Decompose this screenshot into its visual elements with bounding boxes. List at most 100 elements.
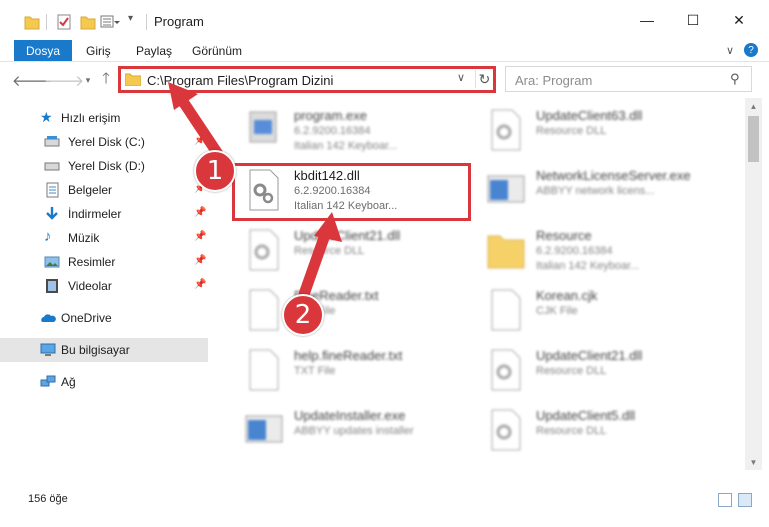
file-meta: TXT File [294,365,336,377]
customize-qat-icon[interactable]: ▾ [128,13,133,24]
file-name: NetworkLicenseServer.exe [536,168,691,183]
view-options-icon[interactable] [100,13,120,31]
scroll-down-icon[interactable]: ▼ [745,454,762,470]
expand-ribbon-icon[interactable]: ∨ [726,44,734,57]
maximize-button[interactable]: ☐ [670,0,716,40]
videos-icon [46,279,58,293]
tab-share[interactable]: Paylaş [136,44,172,58]
search-box[interactable]: Ara: Program ⚲ [505,66,752,92]
file-item[interactable]: Resource 6.2.9200.16384 Italian 142 Keyb… [478,224,718,280]
refresh-icon[interactable]: ↻ [475,70,493,88]
nav-this-pc[interactable]: Bu bilgisayar [0,338,208,362]
recent-locations-icon[interactable]: ▾ [78,70,98,90]
nav-item-drive-d[interactable]: Yerel Disk (D:) 📌 [0,154,208,178]
documents-icon [46,182,59,198]
nav-item-pictures[interactable]: Resimler 📌 [0,250,208,274]
file-name: UpdateClient63.dll [536,108,643,123]
navigation-pane: ★ Hızlı erişim Yerel Disk (C:) 📌 Yerel D… [0,100,210,470]
pin-icon[interactable]: 📌 [194,135,206,146]
qat-divider [46,14,47,30]
file-meta: 6.2.9200.16384 [294,125,371,137]
tab-home[interactable]: Giriş [86,44,111,58]
pin-icon[interactable]: 📌 [194,207,206,218]
file-meta: Italian 142 Keyboar... [294,140,398,152]
new-folder-icon[interactable] [80,13,96,31]
nav-label: Videolar [68,279,112,293]
file-name: program.exe [294,108,367,123]
file-name: UpdateClient21.dll [536,348,643,363]
up-arrow-icon[interactable]: 🡑 [96,70,116,90]
file-name: Resource [536,228,592,243]
nav-onedrive[interactable]: OneDrive [0,306,208,330]
file-name: Korean.cjk [536,288,598,303]
chevron-down-icon[interactable]: ∨ [457,71,465,84]
file-meta: Resource DLL [536,365,607,377]
dll-icon [491,409,521,451]
file-meta: CJK File [536,305,578,317]
nav-label: Ağ [61,375,76,389]
file-item[interactable]: help.fineReader.txt TXT File [236,344,476,400]
title-bar: ▾ Program — ☐ ✕ [0,0,769,40]
nav-item-drive-c[interactable]: Yerel Disk (C:) 📌 [0,130,208,154]
file-item[interactable]: NetworkLicenseServer.exe ABBYY network l… [478,164,718,220]
vertical-scrollbar[interactable]: ▲ ▼ [745,98,762,470]
address-bar[interactable]: C:\Program Files\Program Dizini ∨ ↻ [118,66,496,92]
file-icon [491,289,521,331]
file-name: UpdateClient5.dll [536,408,636,423]
back-arrow-icon[interactable]: 🡐 [12,70,52,90]
large-icons-view-icon[interactable] [738,493,752,507]
title-divider [146,14,147,30]
txt-icon [249,349,279,391]
exe-window-icon [245,415,283,443]
dll-icon [249,229,279,271]
file-item[interactable]: FineReader.txt TXT File [236,284,476,340]
file-item[interactable]: UpdateClient21.dll Resource DLL [236,224,476,280]
search-icon[interactable]: ⚲ [730,71,740,87]
star-icon: ★ [40,109,53,125]
close-button[interactable]: ✕ [716,0,762,40]
file-highlight-box [232,163,471,221]
search-input[interactable]: Ara: Program [515,73,592,88]
folder-icon [24,16,40,30]
nav-item-documents[interactable]: Belgeler 📌 [0,178,208,202]
music-icon: ♪ [44,228,52,245]
folder-icon [125,73,141,86]
properties-icon[interactable] [56,13,72,31]
file-item[interactable]: UpdateClient21.dll Resource DLL [478,344,718,400]
window-title: Program [154,14,204,29]
file-meta: ABBYY updates installer [294,425,414,437]
address-path[interactable]: C:\Program Files\Program Dizini [147,73,333,88]
pin-icon[interactable]: 📌 [194,279,206,290]
file-item[interactable]: UpdateClient63.dll Resource DLL [478,104,718,160]
download-icon [46,207,58,220]
nav-item-videos[interactable]: Videolar 📌 [0,274,208,298]
scroll-up-icon[interactable]: ▲ [745,98,762,114]
pin-icon[interactable]: 📌 [194,231,206,242]
file-item[interactable]: UpdateInstaller.exe ABBYY updates instal… [236,404,476,460]
forward-arrow-icon[interactable]: 🡒 [44,70,84,90]
file-item[interactable]: Korean.cjk CJK File [478,284,718,340]
pin-icon[interactable]: 📌 [194,255,206,266]
nav-label: İndirmeler [68,207,122,221]
scrollbar-thumb[interactable] [748,116,759,162]
nav-item-music[interactable]: ♪ Müzik 📌 [0,226,208,250]
file-item[interactable]: program.exe 6.2.9200.16384 Italian 142 K… [236,104,476,160]
nav-label: Yerel Disk (D:) [68,159,145,173]
network-icon [40,375,56,387]
file-item[interactable]: UpdateClient5.dll Resource DLL [478,404,718,460]
nav-network[interactable]: Ağ [0,370,208,394]
minimize-button[interactable]: — [624,0,670,40]
tab-file[interactable]: Dosya [14,40,72,61]
exe-window-icon [487,175,525,203]
nav-label: OneDrive [61,311,112,325]
nav-quick-access[interactable]: ★ Hızlı erişim [0,106,208,130]
file-meta: Resource DLL [294,245,365,257]
help-icon[interactable]: ? [744,43,758,57]
file-name: UpdateClient21.dll [294,228,401,243]
tab-view[interactable]: Görünüm [192,44,242,58]
dll-icon [491,109,521,151]
drive-icon [44,136,60,147]
nav-item-downloads[interactable]: İndirmeler 📌 [0,202,208,226]
details-view-icon[interactable] [718,493,732,507]
file-meta: 6.2.9200.16384 [536,245,613,257]
